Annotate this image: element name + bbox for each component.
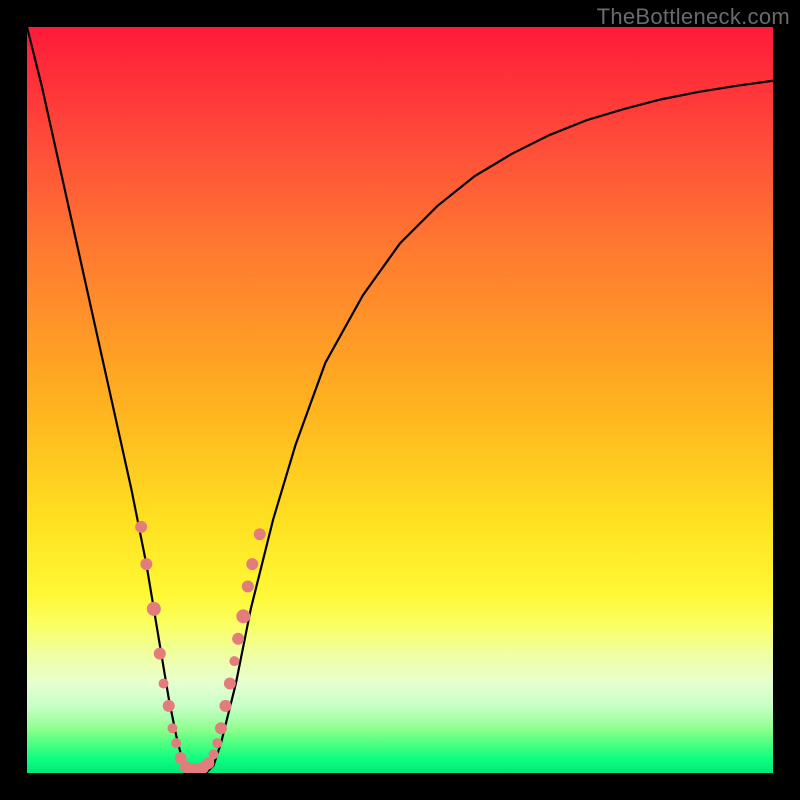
data-point xyxy=(215,722,227,734)
data-point xyxy=(229,656,239,666)
watermark-text: TheBottleneck.com xyxy=(597,4,790,30)
data-point xyxy=(236,609,250,623)
data-point xyxy=(159,678,169,688)
chart-frame: TheBottleneck.com xyxy=(0,0,800,800)
plot-svg xyxy=(27,27,773,773)
data-point xyxy=(140,558,152,570)
data-point xyxy=(224,677,236,689)
data-point xyxy=(135,521,147,533)
data-point xyxy=(246,558,258,570)
data-point xyxy=(167,723,177,733)
data-point xyxy=(242,581,254,593)
data-point xyxy=(254,528,266,540)
scatter-points xyxy=(135,521,266,773)
bottleneck-curve-path xyxy=(27,27,773,773)
data-point xyxy=(163,700,175,712)
data-point xyxy=(209,749,219,759)
bottleneck-curve xyxy=(27,27,773,773)
data-point xyxy=(147,602,161,616)
data-point xyxy=(154,648,166,660)
plot-area xyxy=(27,27,773,773)
data-point xyxy=(212,738,222,748)
data-point xyxy=(171,738,181,748)
data-point xyxy=(219,700,231,712)
data-point xyxy=(232,633,244,645)
